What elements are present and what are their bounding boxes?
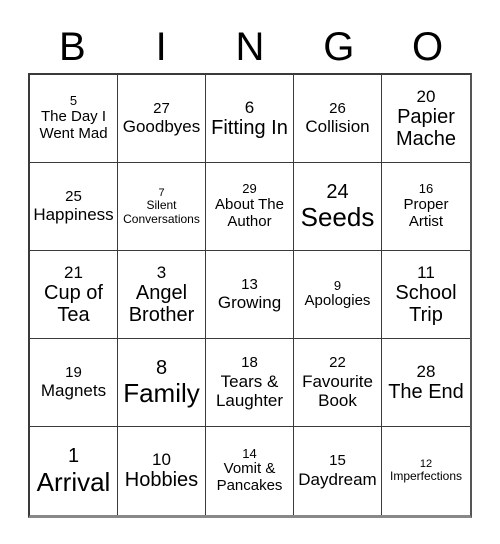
bingo-cell-number: 6	[244, 97, 255, 117]
bingo-cell[interactable]: 9 Apologies	[294, 251, 382, 339]
bingo-cell-number: 10	[152, 450, 171, 470]
bingo-cell-label: Family	[123, 378, 200, 409]
bingo-cell-number: 3	[156, 262, 167, 282]
bingo-cell[interactable]: 1 Arrival	[30, 427, 118, 515]
bingo-cell-number: 14	[242, 445, 257, 461]
bingo-cell-number: 21	[64, 262, 83, 282]
bingo-cell-number: 13	[241, 275, 258, 293]
bingo-cell-label: Hobbies	[124, 469, 199, 492]
bingo-cell-label: Imperfections	[389, 469, 463, 484]
bingo-cell-label: Vomit & Pancakes	[216, 460, 283, 495]
bingo-cell-label: Angel Brother	[128, 281, 195, 327]
bingo-cell-number: 11	[417, 262, 435, 282]
bingo-cell[interactable]: 3 Angel Brother	[118, 251, 206, 339]
bingo-cell[interactable]: 20 Papier Mache	[382, 75, 470, 163]
bingo-cell-label: Arrival	[36, 466, 111, 497]
bingo-cell-label: The Day I Went Mad	[39, 107, 108, 142]
bingo-cell[interactable]: 29 About The Author	[206, 163, 294, 251]
bingo-cell[interactable]: 14 Vomit & Pancakes	[206, 427, 294, 515]
bingo-cell-number: 29	[242, 181, 257, 197]
bingo-cell[interactable]: 15 Daydream	[294, 427, 382, 515]
bingo-cell[interactable]: 28 The End	[382, 339, 470, 427]
bingo-cell-label: Favourite Book	[302, 371, 373, 410]
bingo-cell-label: Cup of Tea	[44, 281, 103, 327]
bingo-cell-label: Happiness	[33, 205, 114, 225]
bingo-cell[interactable]: 11 School Trip	[382, 251, 470, 339]
bingo-cell-number: 28	[416, 361, 436, 381]
bingo-card: BINGO 5 The Day I Went Mad 27 Goodbyes 6 Fitt…	[0, 0, 500, 544]
bingo-cell[interactable]: 16 Proper Artist	[382, 163, 470, 251]
bingo-cell-number: 19	[65, 363, 82, 381]
bingo-cell-number: 22	[329, 354, 346, 372]
bingo-cell[interactable]: 26 Collision	[294, 75, 382, 163]
bingo-cell[interactable]: 13 Growing	[206, 251, 294, 339]
bingo-cell[interactable]: 19 Magnets	[30, 339, 118, 427]
bingo-cell-label: Collision	[305, 117, 370, 137]
bingo-cell-number: 1	[67, 445, 80, 468]
bingo-header-letter-n: N	[235, 25, 265, 69]
bingo-cell-number: 20	[416, 86, 436, 106]
bingo-cell-label: Growing	[217, 293, 282, 313]
bingo-cell[interactable]: 22 Favourite Book	[294, 339, 382, 427]
bingo-grid: 5 The Day I Went Mad 27 Goodbyes 6 Fitting In…	[28, 73, 472, 518]
bingo-cell-number: 5	[69, 93, 78, 109]
bingo-cell-label: The End	[388, 380, 464, 403]
bingo-cell-number: 18	[241, 354, 258, 372]
bingo-cell[interactable]: 8 Family	[118, 339, 206, 427]
bingo-cell[interactable]: 21 Cup of Tea	[30, 251, 118, 339]
bingo-cell-label: Seeds	[300, 202, 375, 233]
bingo-cell-label: Fitting In	[211, 116, 288, 139]
bingo-header-letter-g: G	[323, 25, 355, 69]
bingo-cell-number: 25	[65, 187, 82, 205]
bingo-cell-label: Papier Mache	[395, 105, 457, 151]
bingo-cell[interactable]: 25 Happiness	[30, 163, 118, 251]
bingo-cell[interactable]: 6 Fitting In	[206, 75, 294, 163]
bingo-cell[interactable]: 5 The Day I Went Mad	[30, 75, 118, 163]
bingo-cell-label: Goodbyes	[122, 117, 201, 137]
bingo-cell[interactable]: 24 Seeds	[294, 163, 382, 251]
bingo-cell-label: Magnets	[40, 381, 107, 401]
bingo-cell-number: 26	[329, 99, 346, 117]
bingo-cell-label: Daydream	[298, 469, 377, 489]
bingo-cell-label: Proper Artist	[403, 195, 449, 230]
bingo-cell-label: Apologies	[304, 292, 371, 310]
bingo-cell[interactable]: 7 Silent Conversations	[118, 163, 206, 251]
bingo-cell-number: 15	[329, 452, 346, 470]
bingo-cell[interactable]: 27 Goodbyes	[118, 75, 206, 163]
bingo-cell-number: 9	[333, 277, 342, 293]
bingo-cell[interactable]: 12 Imperfections	[382, 427, 470, 515]
bingo-cell-label: About The Author	[215, 195, 284, 230]
bingo-cell-number: 8	[155, 356, 168, 379]
bingo-cell-number: 16	[418, 181, 434, 197]
bingo-header-row: BINGO	[28, 22, 472, 72]
bingo-header-letter-o: O	[412, 25, 444, 69]
bingo-cell-number: 27	[153, 99, 170, 117]
bingo-cell[interactable]: 18 Tears & Laughter	[206, 339, 294, 427]
bingo-cell-label: Silent Conversations	[123, 198, 200, 226]
bingo-cell-label: Tears & Laughter	[215, 371, 284, 410]
bingo-cell-number: 24	[326, 180, 349, 203]
bingo-header-letter-i: I	[155, 25, 167, 69]
bingo-cell-label: School Trip	[395, 281, 457, 327]
bingo-cell[interactable]: 10 Hobbies	[118, 427, 206, 515]
bingo-header-letter-b: B	[59, 25, 86, 69]
